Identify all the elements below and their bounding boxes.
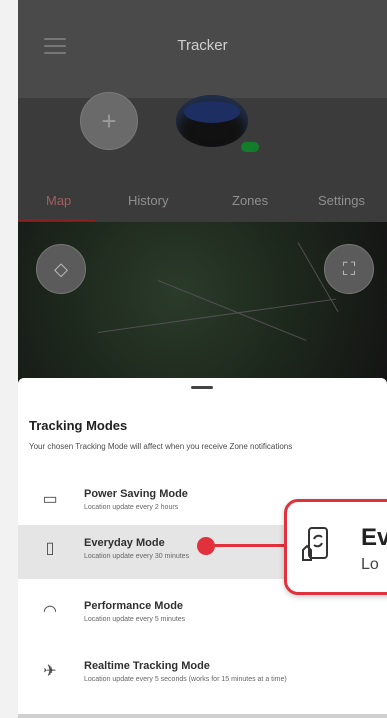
- add-device-button[interactable]: +: [80, 92, 138, 150]
- mode-realtime[interactable]: ✈ Realtime Tracking Mode Location update…: [18, 648, 387, 702]
- tab-settings[interactable]: Settings: [318, 193, 365, 208]
- mode-subtitle: Location update every 30 minutes: [84, 553, 190, 560]
- page-title: Tracker: [177, 37, 228, 54]
- mode-label: Everyday Mode: [84, 537, 165, 549]
- callout-subtitle: Lo: [361, 556, 379, 573]
- plus-icon: +: [101, 105, 117, 136]
- mode-subtitle: Location update every 5 seconds (works f…: [84, 676, 287, 683]
- map-road: [157, 280, 307, 341]
- rocket-icon: ✈: [43, 663, 57, 680]
- callout-title: Ev: [361, 524, 387, 551]
- callout-marker-dot: [197, 537, 215, 555]
- fullscreen-button[interactable]: ⛶: [324, 244, 374, 294]
- sheet-handle[interactable]: [191, 386, 213, 389]
- screenshot-frame: Tracker + Map History Zones Settings ◇ ⛶: [0, 0, 387, 718]
- callout-connector-line: [206, 544, 288, 547]
- tab-map[interactable]: Map: [46, 193, 71, 208]
- mode-performance[interactable]: ◠ Performance Mode Location update every…: [18, 588, 387, 642]
- map-area[interactable]: ◇ ⛶: [18, 222, 387, 382]
- mode-subtitle: Location update every 5 minutes: [84, 616, 186, 623]
- device-status-dot: [241, 142, 259, 152]
- mode-label: Realtime Tracking Mode: [84, 660, 210, 672]
- tab-zones[interactable]: Zones: [232, 193, 268, 208]
- phone-icon: ▯: [45, 540, 55, 557]
- top-bar: Tracker: [18, 0, 387, 98]
- everyday-mode-callout: Ev Lo: [284, 499, 387, 595]
- layers-icon: ◇: [54, 258, 68, 279]
- active-tab-underline: [18, 219, 95, 221]
- mode-label: Power Saving Mode: [84, 488, 188, 500]
- tab-history[interactable]: History: [128, 193, 168, 208]
- device-avatar[interactable]: [176, 95, 248, 147]
- mode-label: Performance Mode: [84, 600, 184, 612]
- sheet-description: Your chosen Tracking Mode will affect wh…: [29, 442, 293, 451]
- layers-button[interactable]: ◇: [36, 244, 86, 294]
- sheet-title: Tracking Modes: [29, 418, 128, 433]
- gauge-icon: ◠: [43, 603, 57, 620]
- mode-subtitle: Location update every 2 hours: [84, 504, 179, 511]
- tab-bar: Map History Zones Settings: [18, 188, 387, 222]
- phone-sync-icon: [302, 527, 328, 561]
- battery-icon: ▭: [42, 491, 58, 508]
- phone-screen: Tracker + Map History Zones Settings ◇ ⛶: [18, 0, 387, 718]
- bottom-edge: [18, 714, 387, 718]
- fullscreen-icon: ⛶: [342, 258, 356, 279]
